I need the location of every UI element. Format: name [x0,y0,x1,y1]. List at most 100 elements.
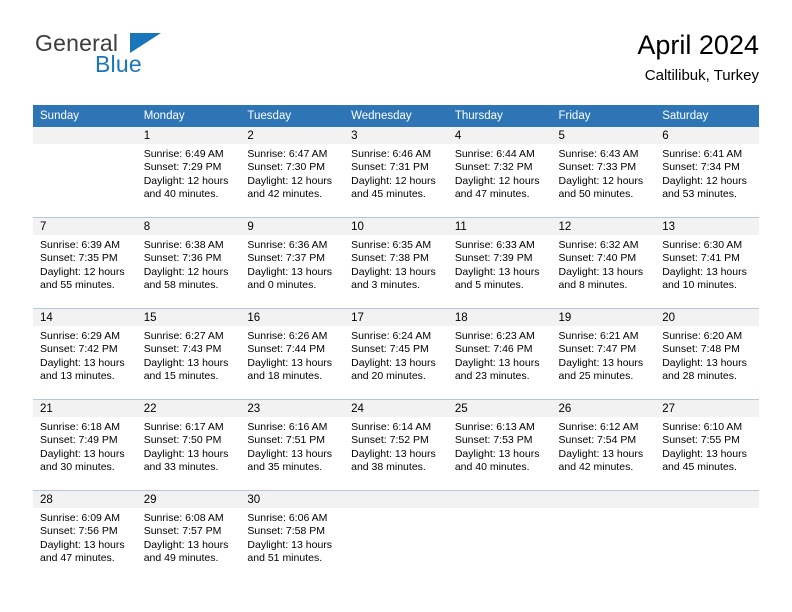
calendar-day-cell[interactable]: 19 Sunrise: 6:21 AM Sunset: 7:47 PM Dayligh… [551,308,656,400]
calendar-day-cell[interactable]: 2 Sunrise: 6:47 AM Sunset: 7:30 PM Daylight… [240,127,345,218]
calendar-day-cell[interactable]: 16 Sunrise: 6:26 AM Sunset: 7:44 PM Dayligh… [240,308,345,400]
calendar-day-cell[interactable]: 1 Sunrise: 6:49 AM Sunset: 7:29 PM Daylight… [136,127,241,218]
daylight-duration-line2: and 0 minutes. [247,279,317,292]
day-cell-inner: 18 Sunrise: 6:23 AM Sunset: 7:46 PM Dayligh… [447,309,552,399]
day-number: 24 [344,400,448,417]
daylight-duration-line2: and 13 minutes. [40,370,115,383]
daylight-duration-line1: Daylight: 13 hours [662,356,747,369]
day-number: 20 [655,309,759,326]
day-cell-inner: 26 Sunrise: 6:12 AM Sunset: 7:54 PM Dayligh… [551,400,656,490]
day-cell-inner [655,491,759,581]
weekday-header-thursday: Thursday [447,105,552,127]
calendar-day-cell[interactable]: 17 Sunrise: 6:24 AM Sunset: 7:45 PM Dayligh… [344,308,448,400]
day-number: 5 [551,127,656,144]
calendar-day-cell[interactable]: 26 Sunrise: 6:12 AM Sunset: 7:54 PM Dayligh… [551,399,656,491]
calendar-week-row: 7 Sunrise: 6:39 AM Sunset: 7:35 PM Daylight… [33,217,759,309]
day-number: 22 [136,400,241,417]
calendar-day-cell[interactable]: 3 Sunrise: 6:46 AM Sunset: 7:31 PM Daylight… [344,127,448,218]
sunset-time: Sunset: 7:48 PM [662,343,740,356]
sunrise-time: Sunrise: 6:09 AM [40,512,120,524]
day-number: 17 [344,309,448,326]
calendar-day-cell[interactable]: 24 Sunrise: 6:14 AM Sunset: 7:52 PM Dayligh… [344,399,448,491]
day-details: Sunrise: 6:39 AM Sunset: 7:35 PM Daylight:… [33,235,137,293]
calendar-day-cell[interactable]: 14 Sunrise: 6:29 AM Sunset: 7:42 PM Dayligh… [33,308,137,400]
sunset-time: Sunset: 7:51 PM [247,434,326,447]
daylight-duration-line1: Daylight: 13 hours [454,447,540,460]
weekday-header-tuesday: Tuesday [240,105,345,127]
calendar-day-cell[interactable]: 15 Sunrise: 6:27 AM Sunset: 7:43 PM Dayligh… [136,308,241,400]
calendar-day-cell[interactable]: 9 Sunrise: 6:36 AM Sunset: 7:37 PM Daylight… [240,217,345,309]
day-details [552,508,656,512]
daylight-duration-line2: and 42 minutes. [558,461,634,474]
day-number: 3 [344,127,448,144]
calendar-day-cell[interactable]: 25 Sunrise: 6:13 AM Sunset: 7:53 PM Dayligh… [447,399,552,491]
sunset-time: Sunset: 7:46 PM [454,343,533,356]
sunrise-time: Sunrise: 6:49 AM [143,148,224,160]
day-number: 21 [33,400,137,417]
page-header: General Blue April 2024 Caltilibuk, Turk… [33,28,759,94]
sunrise-time: Sunrise: 6:33 AM [454,239,535,251]
sunset-time: Sunset: 7:31 PM [351,161,429,174]
calendar-day-cell[interactable]: 4 Sunrise: 6:44 AM Sunset: 7:32 PM Daylight… [447,127,552,218]
day-cell-inner: 22 Sunrise: 6:17 AM Sunset: 7:50 PM Dayligh… [136,400,241,490]
calendar-day-cell[interactable]: 7 Sunrise: 6:39 AM Sunset: 7:35 PM Daylight… [33,217,137,309]
calendar-week-row: 28 Sunrise: 6:09 AM Sunset: 7:56 PM Dayligh… [33,490,759,581]
sunrise-time: Sunrise: 6:18 AM [40,421,120,433]
day-cell-inner: 19 Sunrise: 6:21 AM Sunset: 7:47 PM Dayligh… [551,309,656,399]
day-details: Sunrise: 6:18 AM Sunset: 7:49 PM Daylight:… [33,417,137,475]
daylight-duration-line2: and 35 minutes. [247,461,323,474]
calendar-day-cell[interactable]: 23 Sunrise: 6:16 AM Sunset: 7:51 PM Dayligh… [240,399,345,491]
daylight-duration-line1: Daylight: 13 hours [40,447,125,460]
day-cell-inner: 15 Sunrise: 6:27 AM Sunset: 7:43 PM Dayligh… [136,309,241,399]
daylight-duration-line2: and 47 minutes. [454,188,530,201]
daylight-duration-line1: Daylight: 12 hours [143,174,229,187]
calendar-day-cell[interactable]: 20 Sunrise: 6:20 AM Sunset: 7:48 PM Dayligh… [655,308,759,400]
day-number [33,127,137,144]
daylight-duration-line1: Daylight: 13 hours [351,356,436,369]
calendar-day-cell[interactable]: 5 Sunrise: 6:43 AM Sunset: 7:33 PM Daylight… [551,127,656,218]
day-details: Sunrise: 6:08 AM Sunset: 7:57 PM Daylight:… [137,508,241,566]
daylight-duration-line1: Daylight: 12 hours [40,265,125,278]
day-details: Sunrise: 6:12 AM Sunset: 7:54 PM Daylight:… [552,417,656,475]
weekday-header-friday: Friday [551,105,656,127]
calendar-day-cell[interactable]: 28 Sunrise: 6:09 AM Sunset: 7:56 PM Dayligh… [33,490,137,581]
calendar-week-row: 14 Sunrise: 6:29 AM Sunset: 7:42 PM Dayligh… [33,308,759,400]
sunset-time: Sunset: 7:40 PM [558,252,637,265]
sunrise-time: Sunrise: 6:26 AM [247,330,328,342]
calendar-day-cell[interactable]: 30 Sunrise: 6:06 AM Sunset: 7:58 PM Dayligh… [240,490,345,581]
calendar-day-cell[interactable]: 8 Sunrise: 6:38 AM Sunset: 7:36 PM Daylight… [136,217,241,309]
calendar-day-cell[interactable]: 11 Sunrise: 6:33 AM Sunset: 7:39 PM Dayligh… [447,217,552,309]
sunset-time: Sunset: 7:50 PM [143,434,222,447]
day-details: Sunrise: 6:43 AM Sunset: 7:33 PM Daylight:… [552,144,656,202]
day-details: Sunrise: 6:38 AM Sunset: 7:36 PM Daylight:… [137,235,241,293]
calendar-day-cell[interactable]: 22 Sunrise: 6:17 AM Sunset: 7:50 PM Dayligh… [136,399,241,491]
calendar-day-cell[interactable]: 13 Sunrise: 6:30 AM Sunset: 7:41 PM Dayligh… [655,217,759,309]
calendar-day-cell[interactable]: 18 Sunrise: 6:23 AM Sunset: 7:46 PM Dayligh… [447,308,552,400]
calendar-day-cell[interactable]: 6 Sunrise: 6:41 AM Sunset: 7:34 PM Daylight… [655,127,759,218]
daylight-duration-line1: Daylight: 13 hours [662,265,747,278]
calendar-day-cell[interactable]: 29 Sunrise: 6:08 AM Sunset: 7:57 PM Dayligh… [136,490,241,581]
calendar-day-cell[interactable]: 10 Sunrise: 6:35 AM Sunset: 7:38 PM Dayligh… [344,217,448,309]
day-number: 16 [240,309,345,326]
daylight-duration-line1: Daylight: 12 hours [351,174,436,187]
day-cell-inner [447,491,552,581]
sunrise-time: Sunrise: 6:24 AM [351,330,432,342]
sunset-time: Sunset: 7:34 PM [662,161,740,174]
daylight-duration-line2: and 5 minutes. [454,279,524,292]
calendar-day-cell[interactable]: 21 Sunrise: 6:18 AM Sunset: 7:49 PM Dayligh… [33,399,137,491]
day-number: 4 [447,127,552,144]
daylight-duration-line1: Daylight: 13 hours [247,538,333,551]
daylight-duration-line2: and 33 minutes. [143,461,219,474]
sunset-time: Sunset: 7:32 PM [454,161,533,174]
day-details [344,508,448,512]
daylight-duration-line2: and 28 minutes. [662,370,737,383]
general-blue-logo[interactable]: General Blue [33,28,233,88]
sunrise-time: Sunrise: 6:43 AM [558,148,639,160]
day-details: Sunrise: 6:30 AM Sunset: 7:41 PM Daylight:… [655,235,759,293]
day-cell-inner: 27 Sunrise: 6:10 AM Sunset: 7:55 PM Dayligh… [655,400,759,490]
daylight-duration-line1: Daylight: 13 hours [40,538,125,551]
day-number [447,491,552,508]
day-number: 10 [344,218,448,235]
calendar-day-cell[interactable]: 27 Sunrise: 6:10 AM Sunset: 7:55 PM Dayligh… [655,399,759,491]
calendar-day-cell[interactable]: 12 Sunrise: 6:32 AM Sunset: 7:40 PM Dayligh… [551,217,656,309]
